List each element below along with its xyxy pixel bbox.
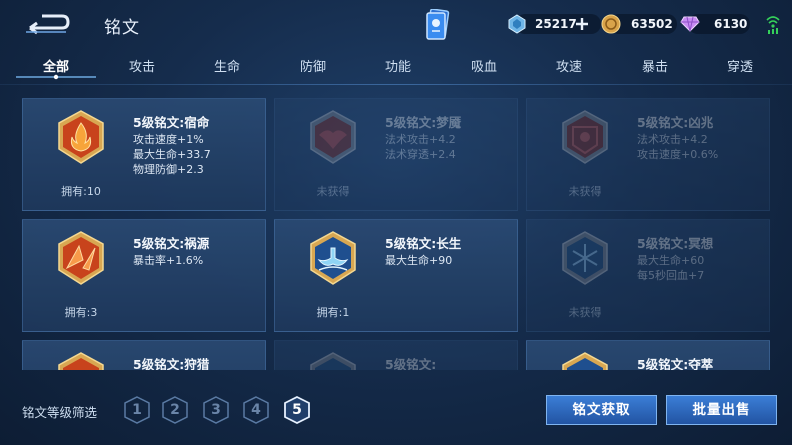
- inscription-card-hunt[interactable]: 5级铭文:狩猎: [22, 340, 266, 370]
- fire-emblem-icon: [58, 110, 104, 164]
- level-filter-value: 2: [170, 402, 180, 418]
- inscription-name: 5级铭文:祸源: [133, 236, 210, 251]
- inscription-stats: 最大生命+90: [385, 253, 452, 268]
- level-filter-value: 1: [132, 402, 142, 418]
- inscription-card-fate[interactable]: 拥有:10 5级铭文:宿命 攻击速度+1% 最大生命+33.7 物理防御+2.3: [22, 98, 266, 211]
- inscription-card-meditation[interactable]: 未获得 5级铭文:冥想 最大生命+60 每5秒回血+7: [526, 219, 770, 332]
- inscription-name: 5级铭文:: [385, 357, 437, 370]
- coin-icon: [601, 14, 621, 34]
- stat-line: 法术攻击+4.2: [637, 133, 708, 146]
- header: 铭文 25217 63502 6130: [0, 0, 792, 50]
- tab-defense[interactable]: 防御: [283, 56, 343, 75]
- stat-line: 最大生命+33.7: [133, 148, 211, 161]
- tab-penetration[interactable]: 穿透: [710, 56, 770, 75]
- skull-emblem-icon: [562, 110, 608, 164]
- inscription-name: 5级铭文:宿命: [133, 115, 210, 130]
- inscription-stats: 暴击率+1.6%: [133, 253, 203, 268]
- stat-line: 法术攻击+4.2: [385, 133, 456, 146]
- category-tabs: 全部 攻击 生命 防御 功能 吸血 攻速 暴击 穿透: [0, 52, 792, 82]
- back-button[interactable]: [22, 8, 72, 36]
- gem-value: 25217: [535, 17, 577, 31]
- inscription-stats: 法术攻击+4.2 法术穿透+2.4: [385, 132, 456, 162]
- inscription-name: 5级铭文:梦魇: [385, 115, 462, 130]
- coin-currency: 63502: [601, 14, 678, 34]
- plus-icon[interactable]: [575, 17, 589, 31]
- tab-attack[interactable]: 攻击: [112, 56, 172, 75]
- stat-line: 攻击速度+1%: [133, 133, 204, 146]
- snowflake-emblem-icon: [562, 231, 608, 285]
- active-tab-indicator: [16, 74, 96, 80]
- inscription-name: 5级铭文:凶兆: [637, 115, 714, 130]
- inscription-card-calamity[interactable]: 拥有:3 5级铭文:祸源 暴击率+1.6%: [22, 219, 266, 332]
- inscription-card-icon[interactable]: [425, 8, 451, 41]
- stat-line: 攻击速度+0.6%: [637, 148, 719, 161]
- back-arrow-icon: [26, 14, 70, 35]
- hunt-emblem-icon: [58, 352, 104, 370]
- bottom-bar: 铭文等级筛选 1 2 3 4 5 铭文获取 批量出售: [0, 385, 792, 445]
- level-filter-label: 铭文等级筛选: [22, 405, 98, 420]
- owned-count: 拥有:3: [64, 306, 98, 319]
- inscription-name: 5级铭文:长生: [385, 236, 462, 251]
- tab-utility[interactable]: 功能: [368, 56, 428, 75]
- shards-emblem-icon: [58, 231, 104, 285]
- inscription-stats: 法术攻击+4.2 攻击速度+0.6%: [637, 132, 718, 162]
- inscription-card-nightmare[interactable]: 未获得 5级铭文:梦魇 法术攻击+4.2 法术穿透+2.4: [274, 98, 518, 211]
- stat-line: 每5秒回血+7: [637, 269, 705, 282]
- diamond-value: 6130: [714, 17, 748, 31]
- inscription-stats: 攻击速度+1% 最大生命+33.7 物理防御+2.3: [133, 132, 211, 177]
- inscription-name: 5级铭文:狩猎: [133, 357, 210, 370]
- level-filter-3[interactable]: 3: [203, 396, 229, 424]
- bulk-sell-button[interactable]: 批量出售: [666, 395, 777, 425]
- tab-all[interactable]: 全部: [26, 56, 86, 75]
- plunder-emblem-icon: [562, 352, 608, 370]
- tabs-divider: [0, 84, 792, 85]
- inscription-card-plunder[interactable]: 5级铭文:夺萃: [526, 340, 770, 370]
- owned-count: 拥有:1: [316, 306, 350, 319]
- stat-line: 暴击率+1.6%: [133, 254, 204, 267]
- gem-icon: [508, 14, 526, 34]
- tab-critical[interactable]: 暴击: [625, 56, 685, 75]
- gem-currency: 25217: [507, 14, 601, 34]
- tab-health[interactable]: 生命: [197, 56, 257, 75]
- inscription-card-unknown[interactable]: 5级铭文:: [274, 340, 518, 370]
- level-filter-4[interactable]: 4: [243, 396, 269, 424]
- level-filter-5[interactable]: 5: [284, 396, 310, 424]
- inscription-name: 5级铭文:夺萃: [637, 357, 714, 370]
- stat-line: 物理防御+2.3: [133, 163, 204, 176]
- tab-attack-speed[interactable]: 攻速: [539, 56, 599, 75]
- level-filter-2[interactable]: 2: [162, 396, 188, 424]
- whale-tail-emblem-icon: [310, 231, 356, 285]
- stat-line: 法术穿透+2.4: [385, 148, 456, 161]
- level-filter-value: 3: [211, 402, 221, 418]
- level-filter-1[interactable]: 1: [124, 396, 150, 424]
- diamond-icon: [680, 16, 700, 32]
- coin-value: 63502: [631, 17, 673, 31]
- owned-count: 未获得: [568, 306, 602, 319]
- acquire-inscription-button[interactable]: 铭文获取: [546, 395, 657, 425]
- diamond-currency: 6130: [680, 14, 750, 34]
- inscription-stats: 最大生命+60 每5秒回血+7: [637, 253, 704, 283]
- tab-lifesteal[interactable]: 吸血: [454, 56, 514, 75]
- bat-emblem-icon: [310, 110, 356, 164]
- inscription-grid: 拥有:10 5级铭文:宿命 攻击速度+1% 最大生命+33.7 物理防御+2.3…: [0, 88, 792, 370]
- inscription-name: 5级铭文:冥想: [637, 236, 714, 251]
- level-filter-value: 4: [251, 402, 261, 418]
- stat-line: 最大生命+60: [637, 254, 705, 267]
- owned-count: 未获得: [316, 185, 350, 198]
- inscription-card-omen[interactable]: 未获得 5级铭文:凶兆 法术攻击+4.2 攻击速度+0.6%: [526, 98, 770, 211]
- wifi-icon: [766, 14, 780, 36]
- wave-emblem-icon: [310, 352, 356, 370]
- level-filter-value: 5: [292, 402, 302, 418]
- owned-count: 未获得: [568, 185, 602, 198]
- inscription-card-longevity[interactable]: 拥有:1 5级铭文:长生 最大生命+90: [274, 219, 518, 332]
- page-title: 铭文: [104, 18, 140, 38]
- owned-count: 拥有:10: [61, 185, 101, 198]
- stat-line: 最大生命+90: [385, 254, 453, 267]
